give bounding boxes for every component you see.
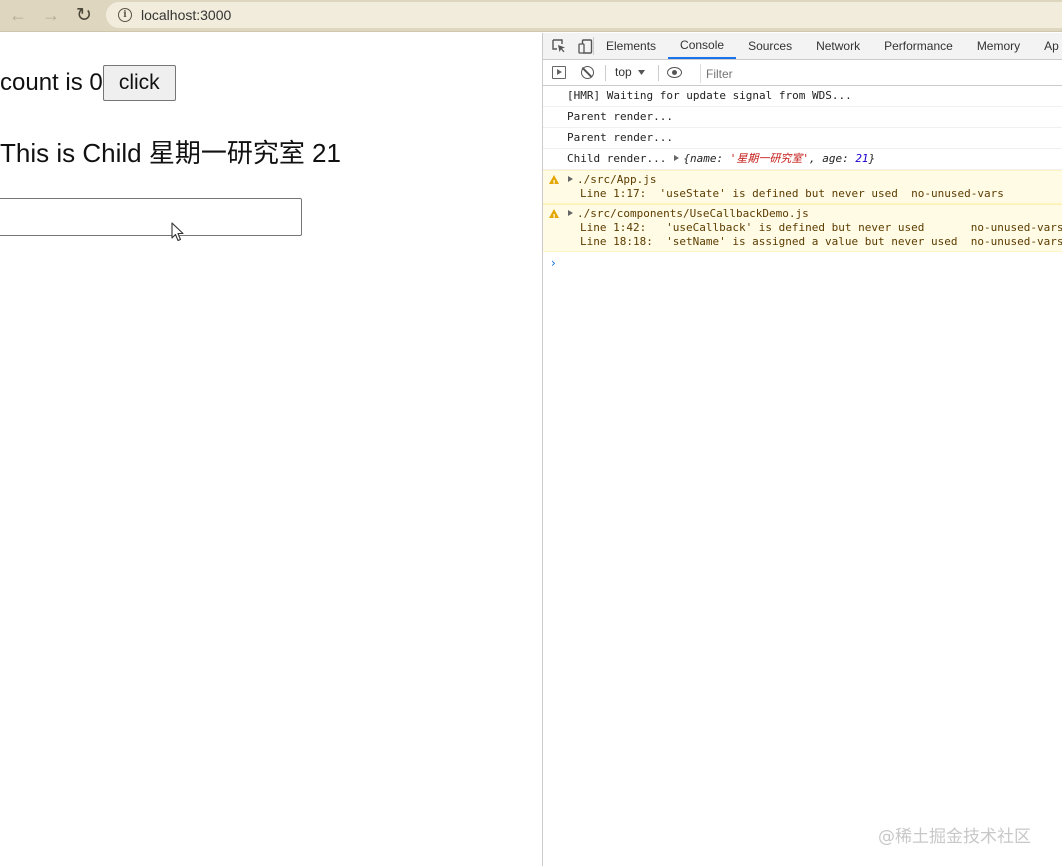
tab-performance[interactable]: Performance (872, 33, 965, 59)
console-toolbar: top (543, 60, 1062, 86)
warning-detail: Line 1:17: 'useState' is defined but nev… (580, 187, 1004, 200)
click-button[interactable]: click (102, 65, 176, 101)
device-toolbar-icon[interactable] (578, 38, 593, 54)
page-viewport: count is 0 click This is Child 星期一研究室 21 (0, 33, 542, 866)
log-line: Parent render... (543, 107, 1062, 128)
expand-arrow-icon[interactable] (568, 210, 573, 216)
warning-icon (549, 209, 559, 224)
warning-detail: Line 1:42: 'useCallback' is defined but … (580, 221, 1062, 234)
eye-icon[interactable] (667, 67, 682, 78)
warning-entry: ./src/App.js Line 1:17: 'useState' is de… (543, 170, 1062, 204)
tab-console[interactable]: Console (668, 33, 737, 59)
object-name-value: '星期一研究室' (729, 152, 809, 165)
toolbar-divider (605, 65, 606, 81)
context-selector[interactable]: top (615, 65, 645, 79)
console-filter-input[interactable] (700, 64, 1062, 83)
console-output: [HMR] Waiting for update signal from WDS… (543, 86, 1062, 270)
text-input[interactable] (0, 198, 302, 236)
child-text: This is Child 星期一研究室 21 (0, 138, 341, 168)
browser-toolbar: ← → ↻ i localhost:3000 (0, 0, 1062, 32)
object-open: {name: (683, 152, 730, 165)
object-close: } (868, 152, 876, 165)
object-mid: , age: (808, 152, 856, 165)
log-line: Parent render... (543, 128, 1062, 149)
address-bar[interactable]: i localhost:3000 (106, 2, 1062, 28)
log-line: [HMR] Waiting for update signal from WDS… (543, 86, 1062, 107)
url-text: localhost:3000 (141, 7, 232, 23)
tab-elements[interactable]: Elements (594, 33, 668, 59)
warning-detail: Line 18:18: 'setName' is assigned a valu… (580, 235, 1062, 248)
forward-arrow-icon[interactable]: → (39, 3, 63, 27)
devtools-tab-bar: Elements Console Sources Network Perform… (543, 33, 1062, 60)
context-label: top (615, 65, 632, 79)
warning-file[interactable]: ./src/App.js (577, 173, 656, 186)
devtools-tool-icons (543, 37, 594, 55)
sidebar-toggle-icon[interactable] (552, 66, 566, 79)
warning-header[interactable]: ./src/App.js (567, 173, 1062, 187)
inspect-element-icon[interactable] (552, 39, 566, 53)
log-line-child-render: Child render... {name: '星期一研究室', age: 21} (543, 149, 1062, 170)
object-age-value: 21 (855, 152, 869, 165)
tab-application[interactable]: Ap (1032, 33, 1062, 59)
count-row: count is 0 click (0, 65, 176, 101)
tab-memory[interactable]: Memory (965, 33, 1032, 59)
expand-arrow-icon[interactable] (568, 176, 573, 182)
child-log-prefix: Child render... (567, 152, 667, 165)
reload-icon[interactable]: ↻ (72, 3, 96, 27)
mouse-cursor-icon (171, 222, 184, 242)
site-info-icon[interactable]: i (118, 8, 132, 22)
object-preview[interactable]: {name: '星期一研究室', age: 21} (683, 152, 875, 165)
warning-file[interactable]: ./src/components/UseCallbackDemo.js (577, 207, 809, 220)
count-text: count is 0 (0, 69, 103, 96)
watermark: @稀土掘金技术社区 (878, 827, 1031, 847)
console-prompt-icon[interactable]: › (543, 256, 1062, 270)
back-arrow-icon[interactable]: ← (6, 3, 30, 27)
clear-console-icon[interactable] (581, 66, 594, 79)
chevron-down-icon (637, 69, 645, 75)
expand-arrow-icon[interactable] (674, 155, 680, 161)
warning-icon (549, 175, 559, 190)
tab-sources[interactable]: Sources (736, 33, 804, 59)
warning-header[interactable]: ./src/components/UseCallbackDemo.js (567, 207, 1062, 221)
devtools-panel: Elements Console Sources Network Perform… (542, 33, 1062, 866)
warning-entry: ./src/components/UseCallbackDemo.js Line… (543, 204, 1062, 252)
toolbar-divider (658, 65, 659, 81)
tab-network[interactable]: Network (804, 33, 872, 59)
